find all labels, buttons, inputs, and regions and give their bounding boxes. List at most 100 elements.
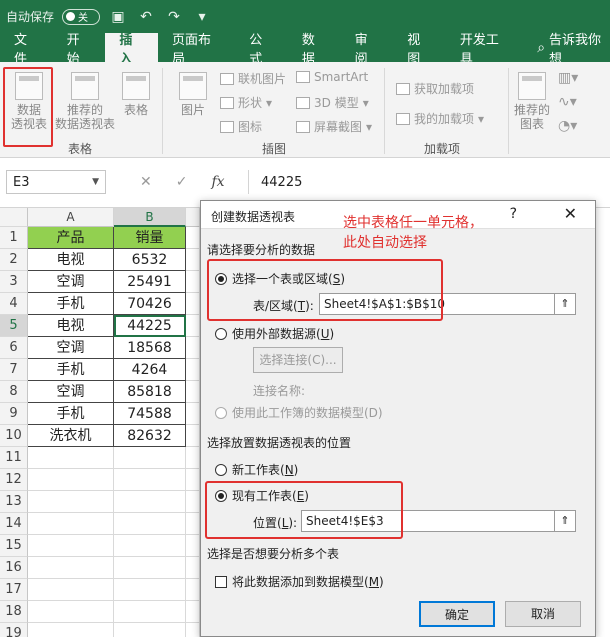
- get-addins-button[interactable]: 获取加载项: [396, 80, 474, 97]
- shapes-button[interactable]: 形状 ▾: [220, 94, 272, 111]
- tab-file[interactable]: 文件: [0, 33, 53, 67]
- column-chart-icon[interactable]: ▥▾: [558, 70, 578, 86]
- table-cell[interactable]: [114, 557, 186, 579]
- table-cell[interactable]: 手机: [28, 359, 114, 381]
- table-cell[interactable]: [28, 513, 114, 535]
- table-cell[interactable]: [28, 491, 114, 513]
- table-cell[interactable]: 85818: [114, 381, 186, 403]
- table-cell[interactable]: 电视: [28, 315, 114, 337]
- autosave-toggle[interactable]: 关: [62, 8, 101, 25]
- add-to-data-model-checkbox[interactable]: 将此数据添加到数据模型(M): [215, 573, 384, 590]
- table-cell[interactable]: [186, 513, 200, 535]
- table-cell[interactable]: [114, 491, 186, 513]
- table-button[interactable]: 表格: [118, 72, 154, 117]
- icons-button[interactable]: 图标: [220, 118, 262, 135]
- radio-external-source[interactable]: 使用外部数据源(U): [215, 325, 334, 342]
- row-header[interactable]: 7: [0, 359, 28, 381]
- row-header[interactable]: 14: [0, 513, 28, 535]
- row-header[interactable]: 3: [0, 271, 28, 293]
- screenshot-button[interactable]: 屏幕截图 ▾: [296, 118, 372, 135]
- table-cell[interactable]: 空调: [28, 271, 114, 293]
- row-header[interactable]: 12: [0, 469, 28, 491]
- tab-formulas[interactable]: 公式: [235, 33, 288, 67]
- table-cell[interactable]: [28, 557, 114, 579]
- row-header[interactable]: 8: [0, 381, 28, 403]
- tab-developer[interactable]: 开发工具: [446, 33, 523, 67]
- formula-input[interactable]: 44225: [248, 170, 610, 194]
- table-cell[interactable]: 70426: [114, 293, 186, 315]
- table-cell[interactable]: [186, 271, 200, 293]
- confirm-icon[interactable]: ✓: [176, 174, 188, 190]
- table-cell[interactable]: [186, 491, 200, 513]
- table-cell[interactable]: [186, 293, 200, 315]
- table-cell[interactable]: [28, 469, 114, 491]
- row-header[interactable]: 11: [0, 447, 28, 469]
- table-cell[interactable]: [114, 623, 186, 637]
- row-header[interactable]: 18: [0, 601, 28, 623]
- smartart-button[interactable]: SmartArt: [296, 70, 368, 84]
- tab-review[interactable]: 审阅: [341, 33, 394, 67]
- table-cell[interactable]: [186, 337, 200, 359]
- row-header[interactable]: 13: [0, 491, 28, 513]
- table-cell[interactable]: [186, 403, 200, 425]
- table-cell[interactable]: [186, 315, 200, 337]
- table-cell[interactable]: [28, 447, 114, 469]
- table-cell[interactable]: 44225: [114, 315, 186, 337]
- table-cell[interactable]: 18568: [114, 337, 186, 359]
- tab-view[interactable]: 视图: [393, 33, 446, 67]
- row-header[interactable]: 9: [0, 403, 28, 425]
- table-cell[interactable]: [186, 249, 200, 271]
- row-header[interactable]: 1: [0, 227, 28, 249]
- table-cell[interactable]: [28, 601, 114, 623]
- table-cell[interactable]: 销量: [114, 227, 186, 249]
- table-cell[interactable]: [186, 535, 200, 557]
- tell-me-box[interactable]: ⌕ 告诉我你想: [523, 33, 610, 67]
- table-cell[interactable]: 洗衣机: [28, 425, 114, 447]
- row-header[interactable]: 4: [0, 293, 28, 315]
- column-header-a[interactable]: A: [28, 208, 114, 227]
- table-cell[interactable]: 25491: [114, 271, 186, 293]
- online-pictures-button[interactable]: 联机图片: [220, 70, 286, 87]
- row-header[interactable]: 17: [0, 579, 28, 601]
- table-cell[interactable]: 手机: [28, 403, 114, 425]
- function-icon[interactable]: fx: [211, 174, 224, 190]
- row-header[interactable]: 5: [0, 315, 28, 337]
- table-cell[interactable]: [186, 359, 200, 381]
- table-cell[interactable]: [114, 579, 186, 601]
- table-cell[interactable]: [28, 579, 114, 601]
- customize-toolbar-icon[interactable]: ▾: [192, 7, 212, 27]
- table-cell[interactable]: 手机: [28, 293, 114, 315]
- table-cell[interactable]: [28, 535, 114, 557]
- table-cell[interactable]: [114, 535, 186, 557]
- table-cell[interactable]: [186, 469, 200, 491]
- select-all-corner[interactable]: [0, 208, 28, 227]
- table-cell[interactable]: [114, 469, 186, 491]
- table-cell[interactable]: 产品: [28, 227, 114, 249]
- radio-new-worksheet[interactable]: 新工作表(N): [215, 461, 298, 478]
- pie-chart-icon[interactable]: ◔▾: [558, 118, 577, 134]
- table-cell[interactable]: 电视: [28, 249, 114, 271]
- name-box[interactable]: E3 ▼: [6, 170, 106, 194]
- row-header[interactable]: 19: [0, 623, 28, 637]
- table-cell[interactable]: [186, 425, 200, 447]
- 3d-model-button[interactable]: 3D 模型 ▾: [296, 94, 369, 111]
- redo-icon[interactable]: ↷: [164, 7, 184, 27]
- table-cell[interactable]: 6532: [114, 249, 186, 271]
- undo-icon[interactable]: ↶: [136, 7, 156, 27]
- close-icon[interactable]: ✕: [564, 204, 577, 223]
- table-cell[interactable]: [114, 447, 186, 469]
- save-icon[interactable]: ▣: [108, 7, 128, 27]
- row-header[interactable]: 6: [0, 337, 28, 359]
- row-header[interactable]: 10: [0, 425, 28, 447]
- column-header-c[interactable]: [186, 208, 200, 227]
- cancel-icon[interactable]: ✕: [140, 174, 152, 190]
- table-cell[interactable]: [186, 579, 200, 601]
- table-cell[interactable]: [186, 623, 200, 637]
- table-cell[interactable]: 74588: [114, 403, 186, 425]
- table-cell[interactable]: [186, 381, 200, 403]
- table-cell[interactable]: 82632: [114, 425, 186, 447]
- ok-button[interactable]: 确定: [419, 601, 495, 627]
- table-cell[interactable]: 空调: [28, 337, 114, 359]
- tab-data[interactable]: 数据: [288, 33, 341, 67]
- table-cell[interactable]: 4264: [114, 359, 186, 381]
